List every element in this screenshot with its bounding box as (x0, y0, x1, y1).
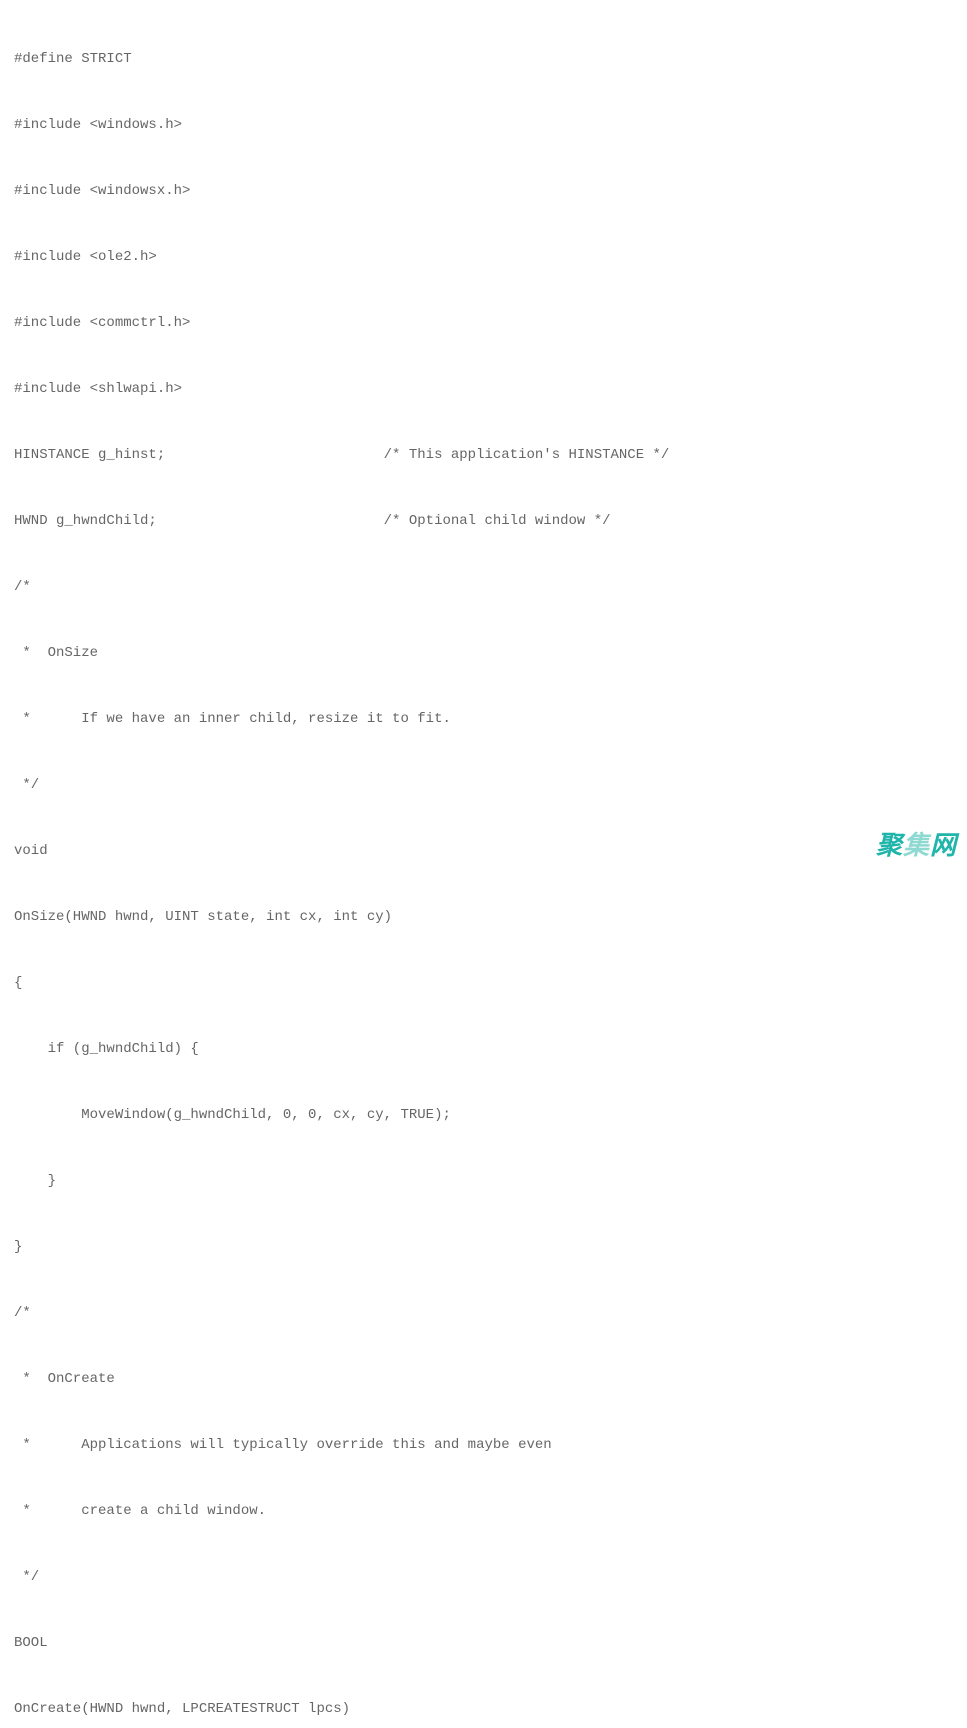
code-line: if (g_hwndChild) { (14, 1038, 953, 1060)
code-block: #define STRICT #include <windows.h> #inc… (14, 4, 953, 1728)
code-line: */ (14, 1566, 953, 1588)
code-line: BOOL (14, 1632, 953, 1654)
code-line: * create a child window. (14, 1500, 953, 1522)
code-line: #include <windowsx.h> (14, 180, 953, 202)
code-line: } (14, 1236, 953, 1258)
code-line: MoveWindow(g_hwndChild, 0, 0, cx, cy, TR… (14, 1104, 953, 1126)
watermark-char: 聚 (876, 830, 903, 860)
code-line: #include <ole2.h> (14, 246, 953, 268)
code-line: * OnSize (14, 642, 953, 664)
code-line: * If we have an inner child, resize it t… (14, 708, 953, 730)
code-line: * Applications will typically override t… (14, 1434, 953, 1456)
watermark-char: 集 (903, 830, 930, 860)
code-line: OnCreate(HWND hwnd, LPCREATESTRUCT lpcs) (14, 1698, 953, 1720)
code-line: OnSize(HWND hwnd, UINT state, int cx, in… (14, 906, 953, 928)
code-line: HWND g_hwndChild; /* Optional child wind… (14, 510, 953, 532)
code-line: HINSTANCE g_hinst; /* This application's… (14, 444, 953, 466)
code-line: /* (14, 1302, 953, 1324)
code-line: #define STRICT (14, 48, 953, 70)
watermark-logo: 聚集网 (876, 834, 957, 856)
code-line: * OnCreate (14, 1368, 953, 1390)
code-line: #include <commctrl.h> (14, 312, 953, 334)
code-line: void (14, 840, 953, 862)
code-line: */ (14, 774, 953, 796)
code-line: } (14, 1170, 953, 1192)
code-line: { (14, 972, 953, 994)
code-line: #include <shlwapi.h> (14, 378, 953, 400)
code-line: /* (14, 576, 953, 598)
code-line: #include <windows.h> (14, 114, 953, 136)
watermark-char: 网 (930, 830, 957, 860)
